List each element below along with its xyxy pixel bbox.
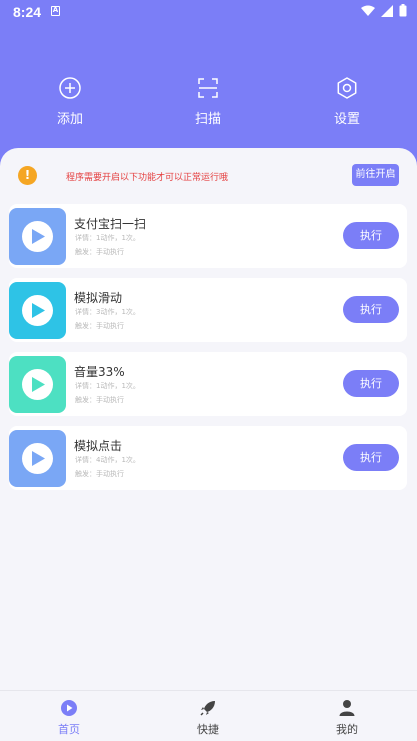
scan-button[interactable]: 扫描 xyxy=(168,76,248,128)
task-thumbnail xyxy=(9,356,66,413)
permission-notice: ! 程序需要开启以下功能才可以正常运行哦 前往开启 xyxy=(0,160,417,190)
status-bar: 8:24 A xyxy=(0,0,417,24)
plus-circle-icon xyxy=(59,77,81,99)
battery-icon xyxy=(399,4,407,17)
gear-icon xyxy=(337,77,357,99)
task-detail: 详情：3动作，1次。 xyxy=(75,308,140,316)
tab-shortcuts-label: 快捷 xyxy=(197,723,219,736)
execute-button[interactable]: 执行 xyxy=(343,444,399,471)
task-trigger: 触发：手动执行 xyxy=(75,470,124,478)
execute-button[interactable]: 执行 xyxy=(343,296,399,323)
task-title: 模拟滑动 xyxy=(74,291,123,305)
task-card[interactable]: 支付宝扫一扫 详情：1动作，1次。 触发：手动执行 执行 xyxy=(9,204,407,268)
home-play-icon xyxy=(61,700,77,716)
add-label: 添加 xyxy=(56,112,83,127)
tab-home[interactable]: 首页 xyxy=(19,691,119,741)
a-icon: A xyxy=(51,6,60,16)
task-trigger: 触发：手动执行 xyxy=(75,322,124,330)
tab-mine[interactable]: 我的 xyxy=(297,691,397,741)
task-card[interactable]: 音量33% 详情：1动作，1次。 触发：手动执行 执行 xyxy=(9,352,407,416)
play-icon xyxy=(22,295,53,326)
scan-label: 扫描 xyxy=(194,112,221,127)
wifi-icon xyxy=(361,5,375,16)
task-title: 支付宝扫一扫 xyxy=(74,217,147,231)
notice-text: 程序需要开启以下功能才可以正常运行哦 xyxy=(66,173,229,183)
task-card[interactable]: 模拟点击 详情：4动作，1次。 触发：手动执行 执行 xyxy=(9,426,407,490)
task-trigger: 触发：手动执行 xyxy=(75,396,124,404)
system-icons xyxy=(361,4,407,17)
tab-mine-label: 我的 xyxy=(336,723,358,736)
bottom-tab-bar: 首页 快捷 我的 xyxy=(0,690,417,741)
tab-shortcuts[interactable]: 快捷 xyxy=(158,691,258,741)
top-actions: 添加 扫描 设置 xyxy=(0,76,417,136)
task-title: 模拟点击 xyxy=(74,439,123,453)
scan-icon xyxy=(198,78,218,98)
status-time: 8:24 xyxy=(13,4,42,20)
play-icon xyxy=(22,221,53,252)
execute-button[interactable]: 执行 xyxy=(343,222,399,249)
warning-icon: ! xyxy=(18,166,37,185)
settings-button[interactable]: 设置 xyxy=(307,76,387,128)
task-thumbnail xyxy=(9,208,66,265)
play-icon xyxy=(22,443,53,474)
rocket-icon xyxy=(200,701,215,716)
user-icon xyxy=(339,700,355,716)
tab-home-label: 首页 xyxy=(58,723,80,736)
task-thumbnail xyxy=(9,430,66,487)
settings-label: 设置 xyxy=(333,112,360,127)
task-thumbnail xyxy=(9,282,66,339)
execute-button[interactable]: 执行 xyxy=(343,370,399,397)
task-title: 音量33% xyxy=(74,365,125,379)
signal-icon xyxy=(381,4,393,17)
task-card[interactable]: 模拟滑动 详情：3动作，1次。 触发：手动执行 执行 xyxy=(9,278,407,342)
main-content: ! 程序需要开启以下功能才可以正常运行哦 前往开启 支付宝扫一扫 详情：1动作，… xyxy=(0,148,417,690)
task-trigger: 触发：手动执行 xyxy=(75,248,124,256)
task-detail: 详情：4动作，1次。 xyxy=(75,456,140,464)
play-icon xyxy=(22,369,53,400)
add-button[interactable]: 添加 xyxy=(30,76,110,128)
enable-permission-button[interactable]: 前往开启 xyxy=(352,164,399,186)
task-detail: 详情：1动作，1次。 xyxy=(75,382,140,390)
task-detail: 详情：1动作，1次。 xyxy=(75,234,140,242)
